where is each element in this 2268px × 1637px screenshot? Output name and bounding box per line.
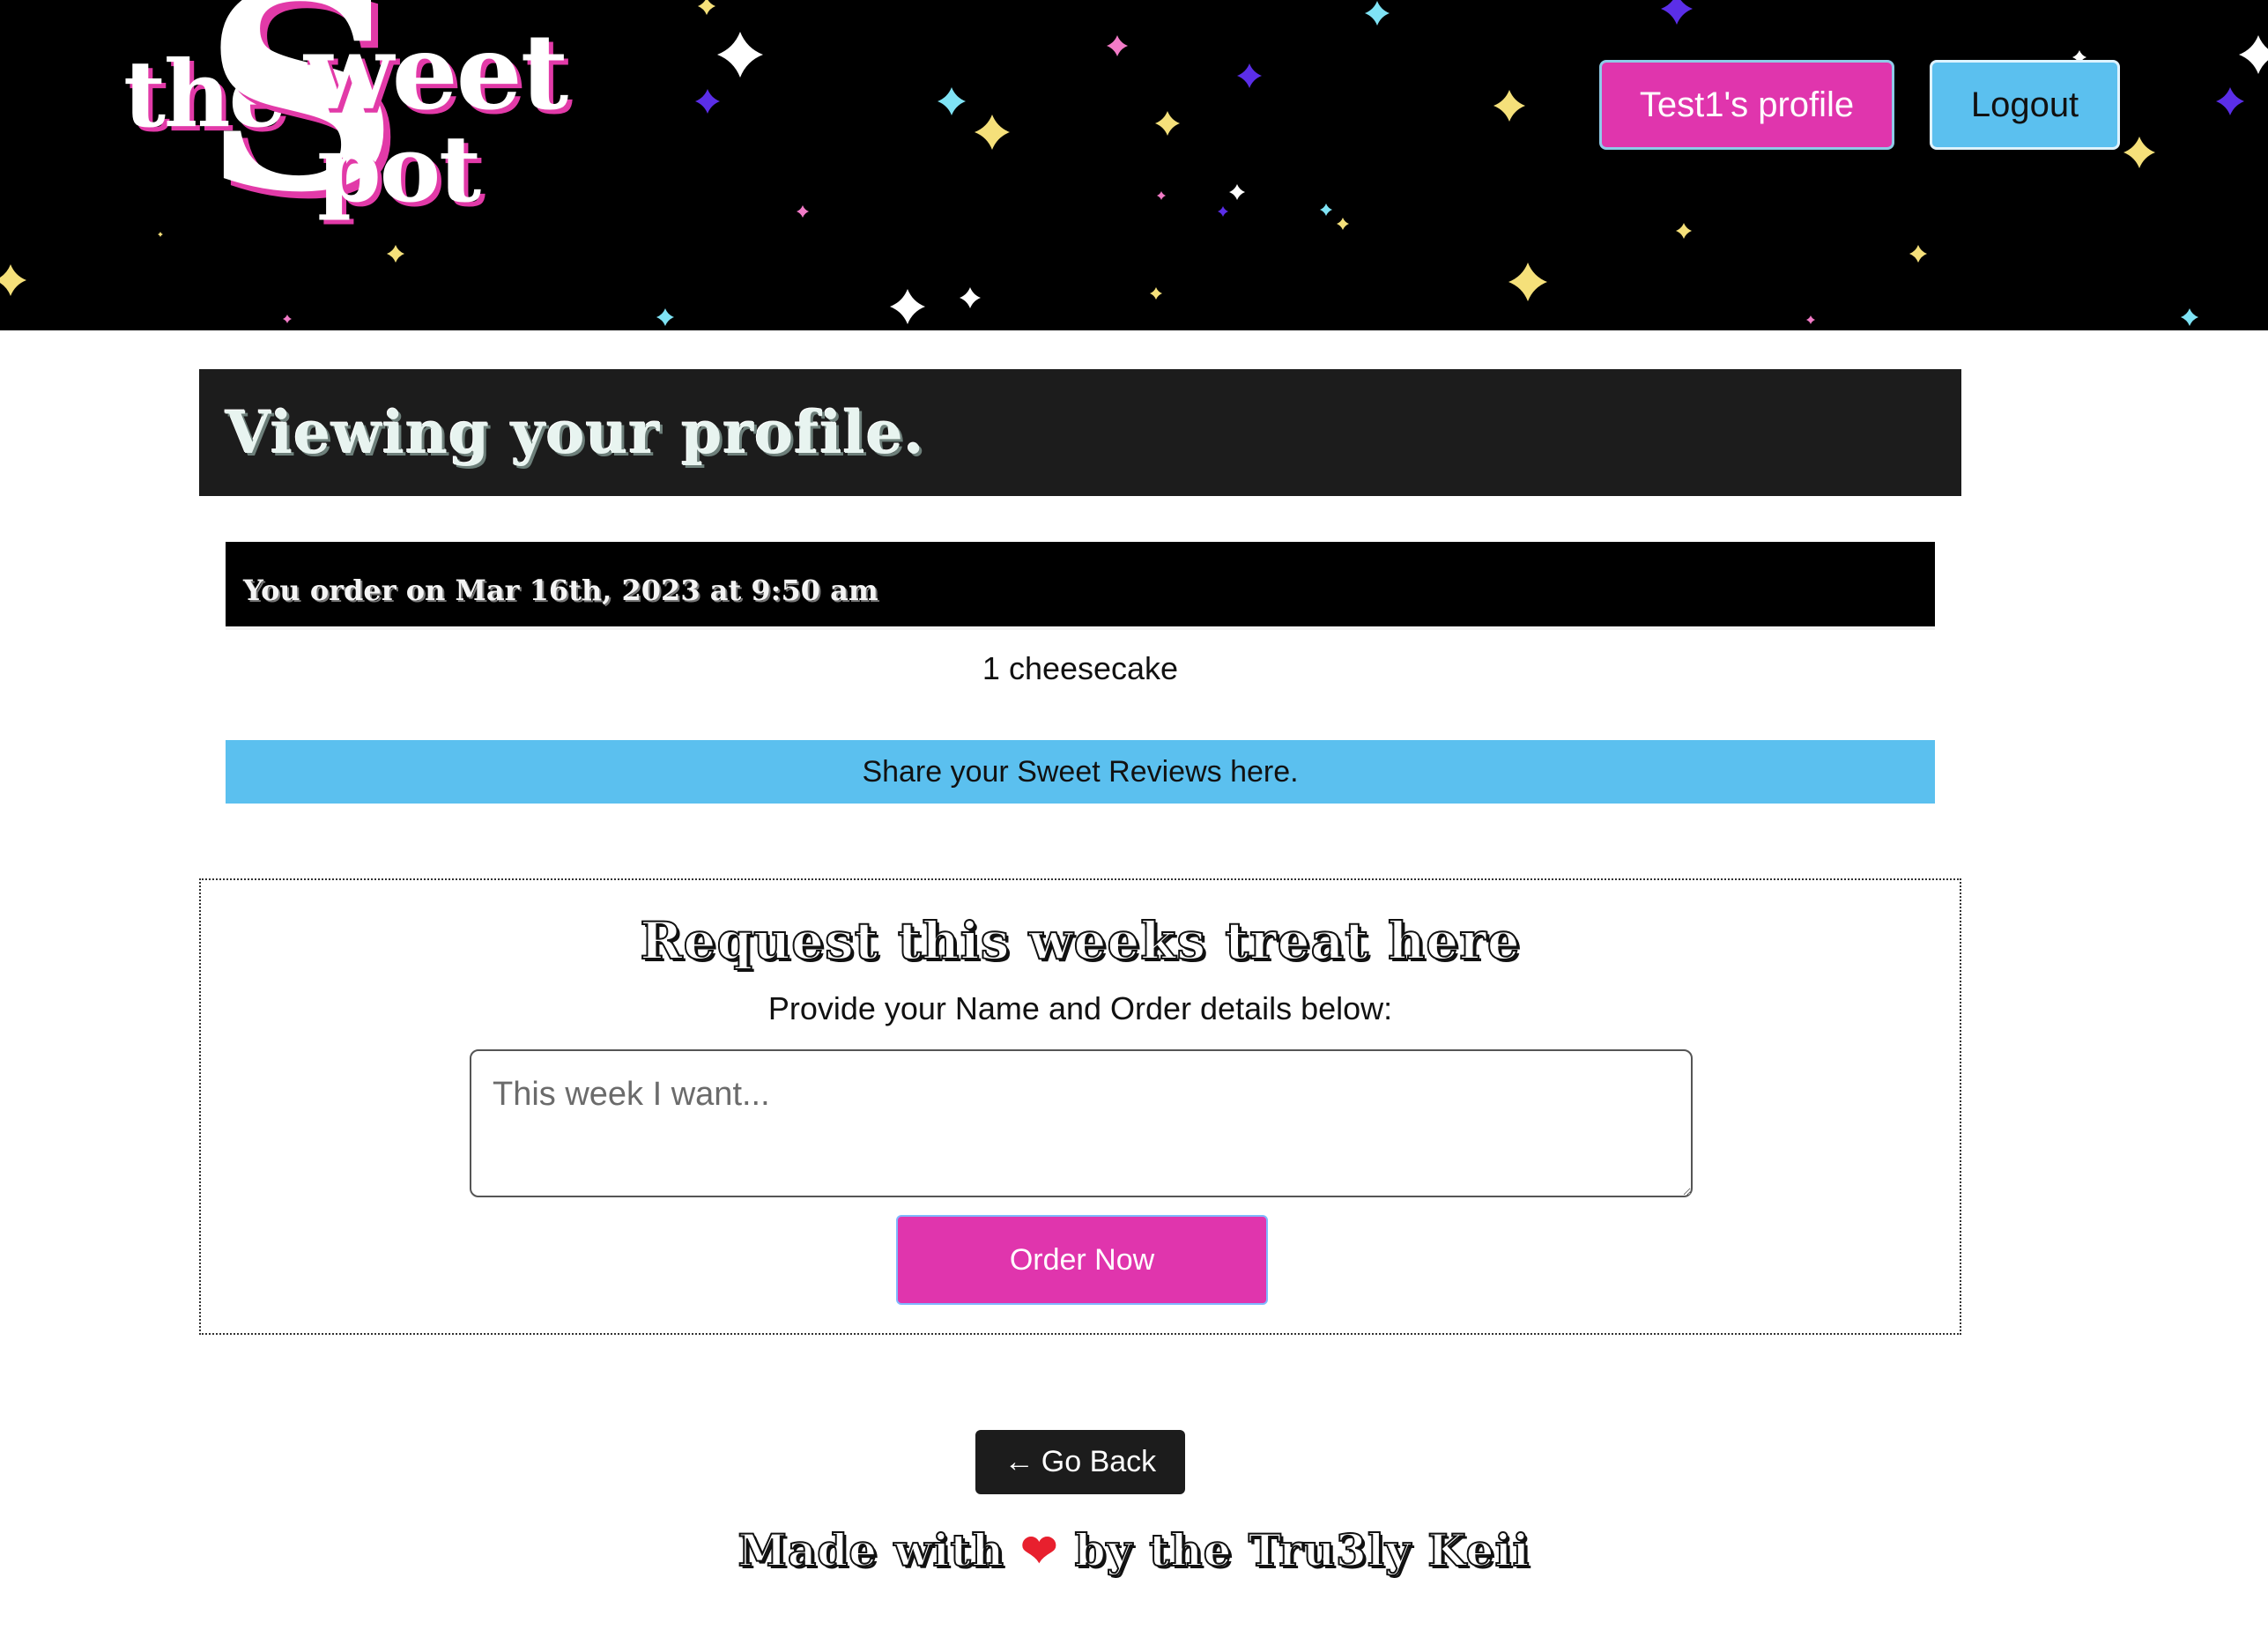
sparkle-star-icon xyxy=(1337,218,1349,230)
order-card-header: You order on Mar 16th, 2023 at 9:50 am xyxy=(226,542,1935,630)
arrow-left-icon: ← xyxy=(1004,1445,1034,1478)
sparkle-star-icon xyxy=(1229,184,1245,200)
order-request-input[interactable] xyxy=(470,1049,1693,1197)
footer-author: by the Tru3ly Keii xyxy=(1074,1523,1531,1577)
profile-button[interactable]: Test1's profile xyxy=(1599,60,1894,150)
sparkle-star-icon xyxy=(695,89,720,114)
sparkle-star-icon xyxy=(1508,263,1547,301)
sparkle-star-icon xyxy=(656,308,674,326)
sparkle-star-icon xyxy=(2181,308,2198,326)
go-back-label: Go Back xyxy=(1041,1445,1157,1478)
order-items: 1 cheesecake xyxy=(982,650,1179,686)
sparkle-star-icon xyxy=(2216,87,2244,115)
sparkle-star-icon xyxy=(2239,35,2268,74)
site-header: the S weet pot Test1's profile Logout xyxy=(0,0,2268,330)
sparkle-star-icon xyxy=(158,232,163,237)
sparkle-star-icon xyxy=(960,287,981,308)
logout-button[interactable]: Logout xyxy=(1930,60,2120,150)
sparkle-star-icon xyxy=(938,87,966,115)
request-subtitle: Provide your Name and Order details belo… xyxy=(767,990,1393,1026)
sparkle-star-icon xyxy=(717,32,763,78)
sparkle-star-icon xyxy=(1237,63,1262,88)
sparkle-star-icon xyxy=(1365,1,1390,26)
sparkle-star-icon xyxy=(1676,223,1692,239)
order-now-button[interactable]: Order Now xyxy=(896,1215,1268,1305)
sparkle-star-icon xyxy=(1218,206,1228,217)
sparkle-star-icon xyxy=(1107,35,1128,56)
page-title-bar: Viewing your profile. xyxy=(199,369,1961,496)
sparkle-star-icon xyxy=(1493,90,1525,122)
sparkle-star-icon xyxy=(1661,0,1693,25)
heart-icon: ❤ xyxy=(1020,1524,1059,1576)
sparkle-star-icon xyxy=(797,205,809,218)
sparkle-star-icon xyxy=(1320,204,1332,216)
go-back-button[interactable]: ← Go Back xyxy=(975,1430,1185,1494)
page-title: Viewing your profile. xyxy=(226,398,925,467)
request-title: Request this weeks treat here xyxy=(639,910,1521,972)
sparkle-star-icon xyxy=(1909,245,1927,263)
sparkle-star-icon xyxy=(283,315,292,323)
logo-text-pot: pot xyxy=(317,115,481,223)
share-reviews-link[interactable]: Share your Sweet Reviews here. xyxy=(226,740,1935,804)
sparkle-star-icon xyxy=(1157,191,1166,200)
footer-made-with: Made with xyxy=(737,1523,1004,1577)
sparkle-star-icon xyxy=(0,264,26,296)
sparkle-star-icon xyxy=(1806,315,1815,324)
logo[interactable]: the S weet pot xyxy=(115,0,568,229)
footer-credit: Made with ❤ by the Tru3ly Keii xyxy=(0,1523,2268,1577)
request-form: Request this weeks treat here Provide yo… xyxy=(199,878,1961,1335)
sparkle-star-icon xyxy=(1155,111,1180,136)
sparkle-star-icon xyxy=(975,115,1010,150)
sparkle-star-icon xyxy=(2123,137,2155,168)
order-date: You order on Mar 16th, 2023 at 9:50 am xyxy=(243,574,878,607)
sparkle-star-icon xyxy=(1150,287,1162,300)
sparkle-star-icon xyxy=(890,289,925,324)
sparkle-star-icon xyxy=(698,0,715,15)
